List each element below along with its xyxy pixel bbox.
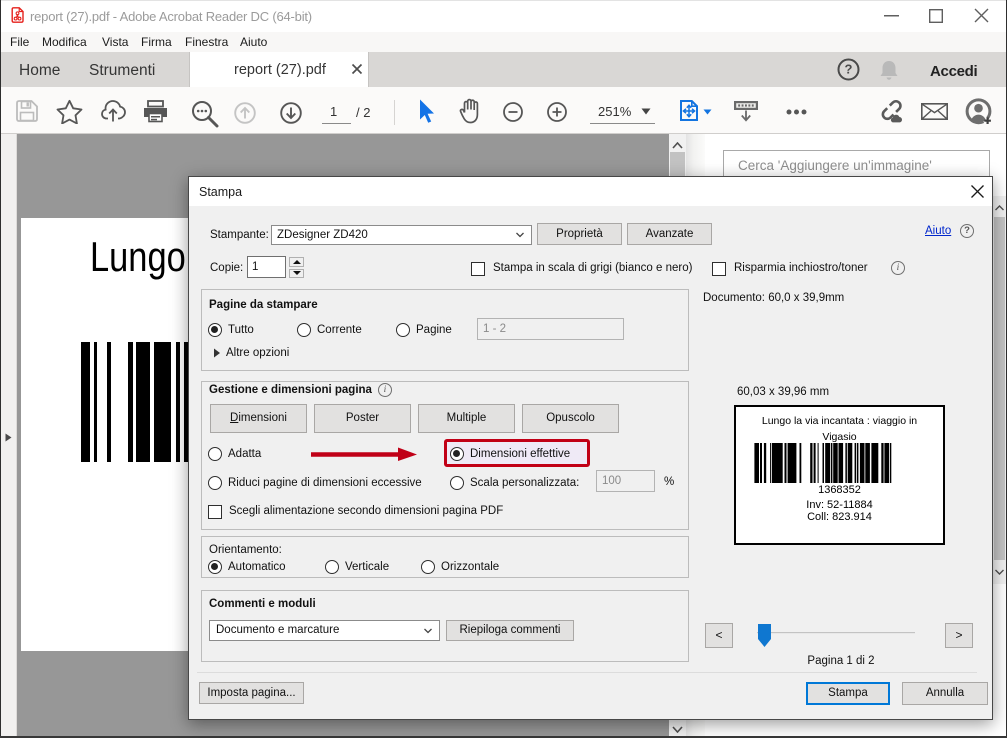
svg-text:?: ? [845, 62, 853, 77]
